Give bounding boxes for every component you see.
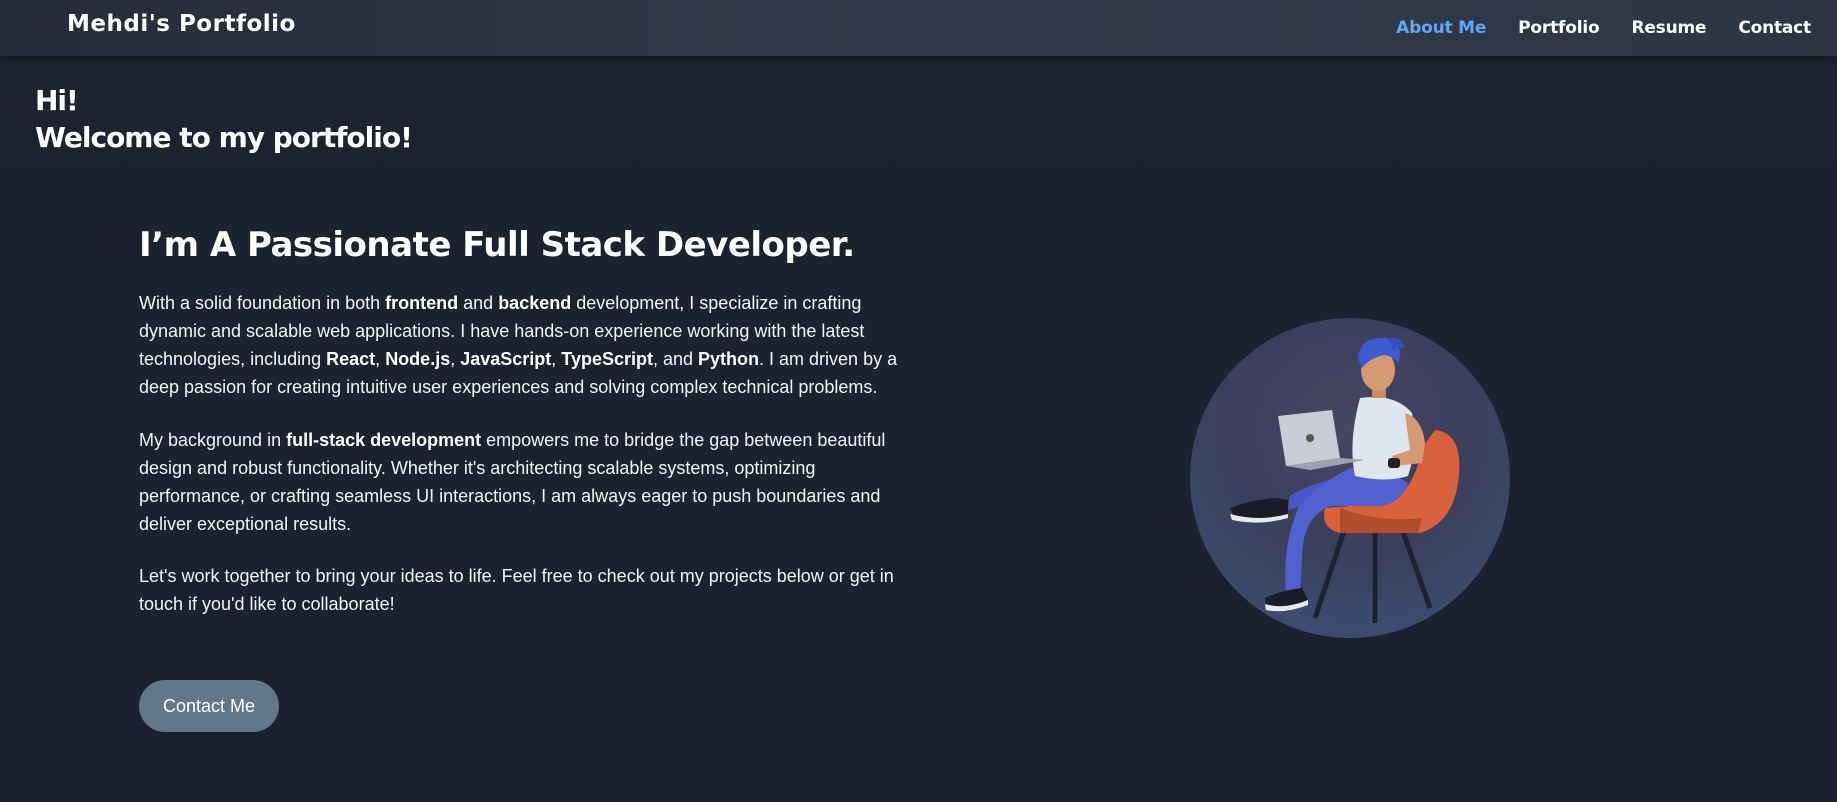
nav-links: About Me Portfolio Resume Contact (1364, 0, 1811, 56)
nav-link-about-me[interactable]: About Me (1396, 18, 1486, 38)
intro-paragraph: With a solid foundation in both frontend… (139, 293, 898, 397)
greeting: Hi! Welcome to my portfolio! (35, 82, 413, 156)
brand-logo[interactable]: Mehdi's Portfolio (67, 11, 296, 37)
collaborate-paragraph: Let's work together to bring your ideas … (139, 566, 894, 614)
background-paragraph: My background in full-stack development … (139, 430, 886, 534)
navbar: Mehdi's Portfolio About Me Portfolio Res… (0, 0, 1837, 56)
contact-me-button[interactable]: Contact Me (139, 680, 279, 732)
developer-avatar-image (1190, 318, 1510, 638)
hero-headline: I’m A Passionate Full Stack Developer. (139, 225, 855, 265)
nav-link-portfolio[interactable]: Portfolio (1518, 18, 1599, 38)
nav-link-contact[interactable]: Contact (1738, 18, 1811, 38)
nav-link-resume[interactable]: Resume (1631, 18, 1706, 38)
greeting-hi: Hi! (35, 84, 79, 117)
developer-with-laptop-icon (1230, 337, 1480, 636)
greeting-welcome: Welcome to my portfolio! (35, 121, 413, 154)
